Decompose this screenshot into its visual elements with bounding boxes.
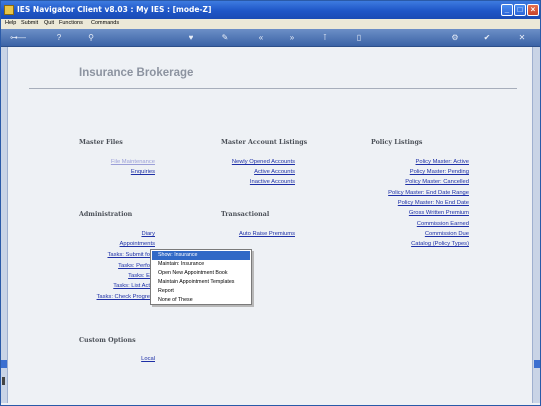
auto-raise-premiums-link[interactable]: Auto Raise Premiums	[239, 231, 295, 237]
tasks-perform-link[interactable]: Tasks: Perfo	[118, 263, 150, 269]
commission-earned-link[interactable]: Commission Earned	[417, 221, 469, 227]
pin-icon[interactable]: ⊺	[319, 32, 331, 44]
close-button[interactable]: ×	[527, 4, 539, 16]
tasks-list-link[interactable]: Tasks: List Act	[113, 283, 150, 289]
context-menu-item-show-insurance[interactable]: Show: Insurance	[152, 251, 250, 260]
menu-commands[interactable]: Commands	[91, 20, 119, 26]
gross-written-premium-link[interactable]: Gross Written Premium	[409, 210, 469, 216]
context-menu-item-maintain-insurance[interactable]: Maintain: Insurance	[152, 260, 250, 269]
enquiries-link[interactable]: Enquiries	[131, 169, 155, 175]
back-icon[interactable]: «	[255, 32, 267, 44]
left-side-panel	[1, 47, 8, 403]
settings-icon[interactable]: ⚙	[449, 32, 461, 44]
right-side-panel	[532, 47, 540, 403]
context-menu-item-none[interactable]: None of These	[152, 296, 250, 305]
menu-help[interactable]: Help	[5, 20, 16, 26]
menu-quit[interactable]: Quit	[44, 20, 54, 26]
policy-master-active-link[interactable]: Policy Master: Active	[416, 159, 469, 165]
side-tab-icon[interactable]	[534, 360, 540, 368]
tasks-check-progress-link[interactable]: Tasks: Check Progre	[97, 294, 150, 300]
policy-listings-heading: Policy Listings	[371, 139, 423, 146]
policy-master-no-end-date-link[interactable]: Policy Master: No End Date	[398, 200, 469, 206]
catalog-policy-types-link[interactable]: Catalog (Policy Types)	[411, 241, 469, 247]
transactional-heading: Transactional	[221, 211, 270, 218]
window-title: IES Navigator Client v8.03 : My IES : [m…	[17, 5, 212, 14]
context-menu: Show: Insurance Maintain: Insurance Open…	[150, 249, 252, 305]
tasks-submit-link[interactable]: Tasks: Submit fo	[107, 252, 150, 258]
page-icon[interactable]: ▯	[353, 32, 365, 44]
local-link[interactable]: Local	[141, 356, 155, 362]
commission-due-link[interactable]: Commission Due	[425, 231, 469, 237]
tasks-e-link[interactable]: Tasks: E	[128, 273, 150, 279]
menu-submit[interactable]: Submit	[21, 20, 38, 26]
search-icon[interactable]: ⚲	[85, 32, 97, 44]
newly-opened-accounts-link[interactable]: Newly Opened Accounts	[232, 159, 295, 165]
key-icon[interactable]: ⊶—	[7, 32, 29, 44]
page-title: Insurance Brokerage	[79, 67, 194, 79]
confirm-icon[interactable]: ✔	[481, 32, 493, 44]
app-window: IES Navigator Client v8.03 : My IES : [m…	[0, 0, 541, 406]
maximize-button[interactable]: □	[514, 4, 526, 16]
policy-master-cancelled-link[interactable]: Policy Master: Cancelled	[405, 179, 469, 185]
context-menu-item-report[interactable]: Report	[152, 287, 250, 296]
master-files-heading: Master Files	[79, 139, 123, 146]
menu-bar: Help Submit Quit Functions Commands	[1, 19, 540, 29]
title-bar: IES Navigator Client v8.03 : My IES : [m…	[1, 1, 540, 19]
file-maintenance-link[interactable]: File Maintenance	[111, 159, 155, 165]
help-icon[interactable]: ?	[53, 32, 65, 44]
app-logo-icon	[4, 5, 14, 15]
custom-options-heading: Custom Options	[79, 337, 136, 344]
minimize-button[interactable]: _	[501, 4, 513, 16]
diary-link[interactable]: Diary	[141, 231, 155, 237]
pen-icon[interactable]: ✎	[219, 32, 231, 44]
title-divider	[29, 88, 517, 89]
menu-functions[interactable]: Functions	[59, 20, 83, 26]
context-menu-item-maintain-templates[interactable]: Maintain Appointment Templates	[152, 278, 250, 287]
policy-master-end-date-range-link[interactable]: Policy Master: End Date Range	[388, 190, 469, 196]
context-menu-item-open-appointment-book[interactable]: Open New Appointment Book	[152, 269, 250, 278]
side-tab-icon[interactable]	[1, 360, 7, 368]
appointments-link[interactable]: Appointments	[120, 241, 155, 247]
side-marker-icon	[2, 377, 5, 385]
heart-icon[interactable]: ♥	[185, 32, 197, 44]
forward-icon[interactable]: »	[286, 32, 298, 44]
master-account-listings-heading: Master Account Listings	[221, 139, 308, 146]
inactive-accounts-link[interactable]: Inactive Accounts	[250, 179, 295, 185]
policy-master-pending-link[interactable]: Policy Master: Pending	[410, 169, 469, 175]
cancel-icon[interactable]: ✕	[516, 32, 528, 44]
main-content: Insurance Brokerage Master Files File Ma…	[9, 47, 532, 403]
administration-heading: Administration	[79, 211, 133, 218]
toolbar: ⊶— ? ⚲ ♥ ✎ « » ⊺ ▯ ⚙ ✔ ✕	[1, 29, 540, 47]
active-accounts-link[interactable]: Active Accounts	[254, 169, 295, 175]
